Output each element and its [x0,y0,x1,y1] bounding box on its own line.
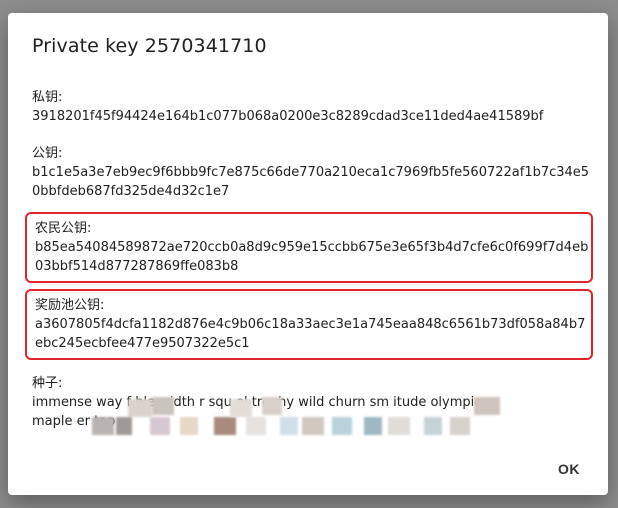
public-key-label: 公钥: [32,146,63,161]
public-key-value: b1c1e5a3e7eb9ec9f6bbb9fc7e875c66de770a21… [32,165,590,199]
dialog-title: Private key 2570341710 [32,35,267,57]
pool-public-key-label: 奖励池公钥: [35,298,105,313]
farmer-public-key-label: 农民公钥: [35,221,92,236]
private-key-dialog: Private key 2570341710 私钥: 3918201f45f94… [8,13,608,495]
farmer-public-key-section: 农民公钥: b85ea54084589872ae720ccb0a8d9c959e… [25,212,593,283]
pool-public-key-section: 奖励池公钥: a3607805f4dcfa1182d876e4c9b06c18a… [25,289,593,360]
ok-button[interactable]: OK [550,457,588,481]
pool-public-key-value: a3607805f4dcfa1182d876e4c9b06c18a33aec3e… [35,317,586,351]
public-key-section: 公钥: b1c1e5a3e7eb9ec9f6bbb9fc7e875c66de77… [24,145,594,201]
seed-label: 种子: [32,376,63,391]
private-key-value: 3918201f45f94424e164b1c077b068a0200e3c82… [32,109,544,124]
seed-redaction-mosaic [32,395,582,435]
private-key-label: 私钥: [32,90,63,105]
farmer-public-key-value: b85ea54084589872ae720ccb0a8d9c959e15ccbb… [35,240,589,274]
private-key-section: 私钥: 3918201f45f94424e164b1c077b068a0200e… [24,89,594,126]
